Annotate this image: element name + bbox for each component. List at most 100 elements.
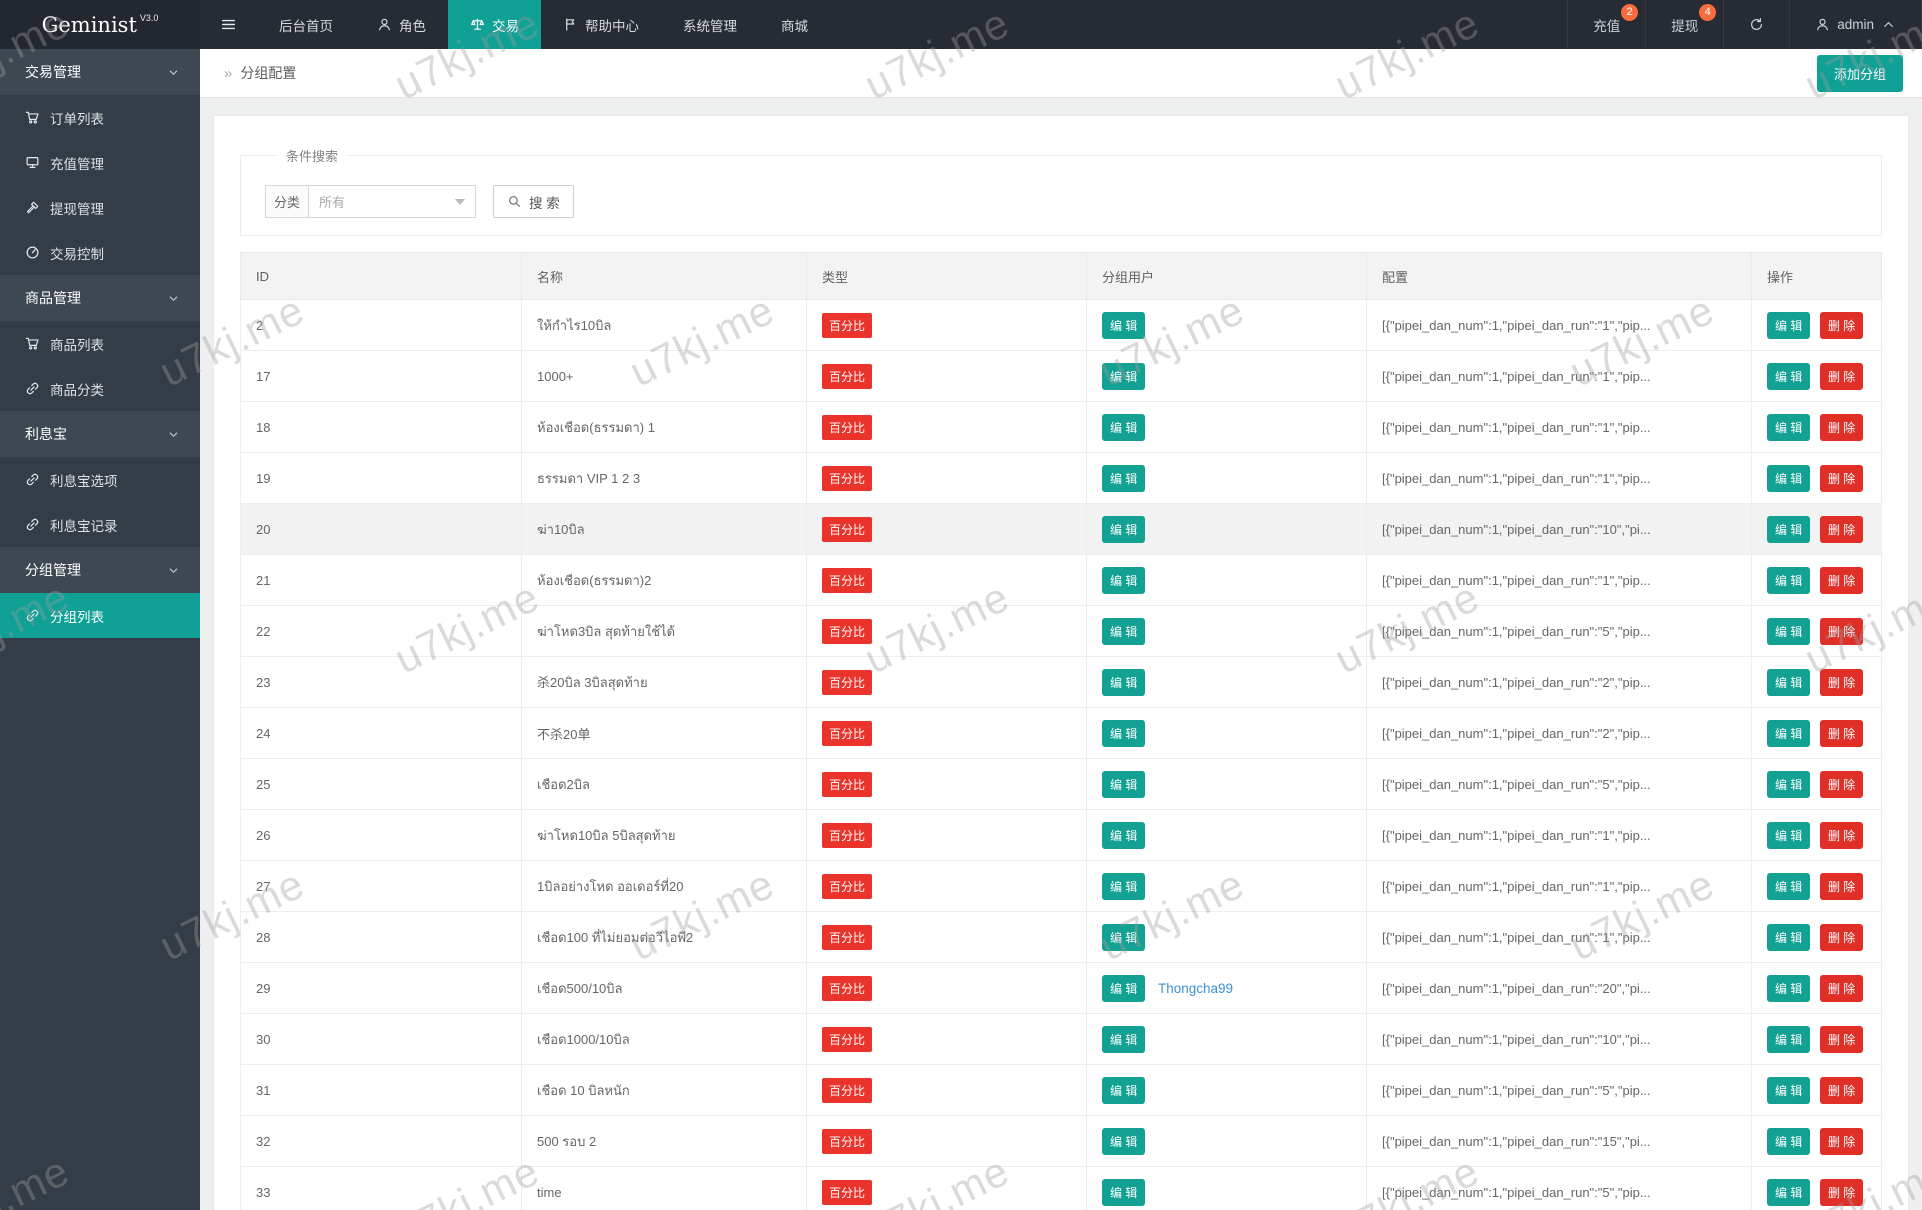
sidebar-section-goods-mgmt[interactable]: 商品管理 [0, 275, 200, 321]
cell-group-users: 编 辑 [1087, 1065, 1367, 1116]
nav-item-label: 商城 [781, 15, 808, 35]
assign-users-edit-button[interactable]: 编 辑 [1102, 720, 1145, 747]
assign-users-edit-button[interactable]: 编 辑 [1102, 669, 1145, 696]
sidebar-section-trade-mgmt[interactable]: 交易管理 [0, 49, 200, 95]
delete-button[interactable]: 删 除 [1820, 873, 1863, 900]
table-row: 18 ห้องเชือด(ธรรมดา) 1 百分比 编 辑 [{"pipei_… [241, 402, 1882, 453]
edit-button[interactable]: 编 辑 [1767, 363, 1810, 390]
delete-button[interactable]: 删 除 [1820, 924, 1863, 951]
sidebar-item-lixibao-options[interactable]: 利息宝选项 [0, 457, 200, 502]
sidebar-item-withdraw-mgmt[interactable]: 提现管理 [0, 185, 200, 230]
category-select[interactable]: 所有 [308, 185, 476, 218]
delete-button[interactable]: 删 除 [1820, 414, 1863, 441]
cell-type: 百分比 [807, 300, 1087, 351]
edit-button[interactable]: 编 辑 [1767, 822, 1810, 849]
withdraw-nav-item[interactable]: 提现 4 [1645, 0, 1723, 49]
sidebar-item-trade-control[interactable]: 交易控制 [0, 230, 200, 275]
assign-users-edit-button[interactable]: 编 辑 [1102, 363, 1145, 390]
search-button[interactable]: 搜 索 [493, 185, 574, 218]
delete-button[interactable]: 删 除 [1820, 465, 1863, 492]
content-card: 条件搜索 分类 所有 搜 索 ID名称类型分组 [213, 115, 1909, 1210]
assign-users-edit-button[interactable]: 编 辑 [1102, 873, 1145, 900]
edit-button[interactable]: 编 辑 [1767, 567, 1810, 594]
nav-item-label: 帮助中心 [585, 15, 639, 35]
edit-button[interactable]: 编 辑 [1767, 414, 1810, 441]
nav-item-system[interactable]: 系统管理 [661, 0, 759, 49]
assign-users-edit-button[interactable]: 编 辑 [1102, 1128, 1145, 1155]
add-group-button[interactable]: 添加分组 [1817, 55, 1903, 92]
cell-config: [{"pipei_dan_num":1,"pipei_dan_run":"10"… [1367, 504, 1752, 555]
delete-button[interactable]: 删 除 [1820, 975, 1863, 1002]
sidebar-item-recharge-mgmt[interactable]: 充值管理 [0, 140, 200, 185]
edit-button[interactable]: 编 辑 [1767, 1179, 1810, 1206]
edit-button[interactable]: 编 辑 [1767, 312, 1810, 339]
user-icon [1815, 17, 1830, 32]
delete-button[interactable]: 删 除 [1820, 618, 1863, 645]
delete-button[interactable]: 删 除 [1820, 516, 1863, 543]
nav-item-trade[interactable]: 交易 [448, 0, 541, 49]
group-user-link[interactable]: Thongcha99 [1158, 981, 1233, 996]
assign-users-edit-button[interactable]: 编 辑 [1102, 771, 1145, 798]
recharge-nav-item[interactable]: 充值 2 [1567, 0, 1645, 49]
edit-button[interactable]: 编 辑 [1767, 720, 1810, 747]
assign-users-edit-button[interactable]: 编 辑 [1102, 1179, 1145, 1206]
edit-button[interactable]: 编 辑 [1767, 1077, 1810, 1104]
cell-config: [{"pipei_dan_num":1,"pipei_dan_run":"5",… [1367, 1065, 1752, 1116]
cell-type: 百分比 [807, 1167, 1087, 1210]
delete-button[interactable]: 删 除 [1820, 1179, 1863, 1206]
nav-item-help-center[interactable]: 帮助中心 [541, 0, 661, 49]
cell-actions: 编 辑 删 除 [1752, 300, 1882, 351]
sidebar-toggle-button[interactable] [200, 0, 257, 49]
assign-users-edit-button[interactable]: 编 辑 [1102, 975, 1145, 1002]
edit-button[interactable]: 编 辑 [1767, 1128, 1810, 1155]
cell-id: 33 [241, 1167, 522, 1210]
assign-users-edit-button[interactable]: 编 辑 [1102, 1077, 1145, 1104]
nav-item-dashboard[interactable]: 后台首页 [257, 0, 355, 49]
assign-users-edit-button[interactable]: 编 辑 [1102, 414, 1145, 441]
assign-users-edit-button[interactable]: 编 辑 [1102, 924, 1145, 951]
delete-button[interactable]: 删 除 [1820, 312, 1863, 339]
sidebar-item-order-list[interactable]: 订单列表 [0, 95, 200, 140]
assign-users-edit-button[interactable]: 编 辑 [1102, 618, 1145, 645]
refresh-button[interactable] [1723, 0, 1789, 49]
edit-button[interactable]: 编 辑 [1767, 924, 1810, 951]
edit-button[interactable]: 编 辑 [1767, 618, 1810, 645]
cell-name: เชือด1000/10บิล [522, 1014, 807, 1065]
page-header: » 分组配置 添加分组 [200, 49, 1922, 98]
assign-users-edit-button[interactable]: 编 辑 [1102, 312, 1145, 339]
delete-button[interactable]: 删 除 [1820, 771, 1863, 798]
edit-button[interactable]: 编 辑 [1767, 873, 1810, 900]
sidebar-item-goods-category[interactable]: 商品分类 [0, 366, 200, 411]
sidebar-item-goods-list[interactable]: 商品列表 [0, 321, 200, 366]
cell-id: 29 [241, 963, 522, 1014]
sidebar-item-group-list[interactable]: 分组列表 [0, 593, 200, 638]
edit-button[interactable]: 编 辑 [1767, 975, 1810, 1002]
nav-item-roles[interactable]: 角色 [355, 0, 448, 49]
delete-button[interactable]: 删 除 [1820, 363, 1863, 390]
sidebar-section-group-mgmt[interactable]: 分组管理 [0, 547, 200, 593]
delete-button[interactable]: 删 除 [1820, 669, 1863, 696]
assign-users-edit-button[interactable]: 编 辑 [1102, 516, 1145, 543]
assign-users-edit-button[interactable]: 编 辑 [1102, 567, 1145, 594]
cell-actions: 编 辑 删 除 [1752, 1116, 1882, 1167]
type-badge: 百分比 [822, 1129, 872, 1154]
assign-users-edit-button[interactable]: 编 辑 [1102, 1026, 1145, 1053]
delete-button[interactable]: 删 除 [1820, 1128, 1863, 1155]
edit-button[interactable]: 编 辑 [1767, 516, 1810, 543]
edit-button[interactable]: 编 辑 [1767, 771, 1810, 798]
assign-users-edit-button[interactable]: 编 辑 [1102, 465, 1145, 492]
edit-button[interactable]: 编 辑 [1767, 465, 1810, 492]
delete-button[interactable]: 删 除 [1820, 1026, 1863, 1053]
edit-button[interactable]: 编 辑 [1767, 1026, 1810, 1053]
sidebar-section-lixibao[interactable]: 利息宝 [0, 411, 200, 457]
sidebar-item-lixibao-records[interactable]: 利息宝记录 [0, 502, 200, 547]
delete-button[interactable]: 删 除 [1820, 720, 1863, 747]
delete-button[interactable]: 删 除 [1820, 1077, 1863, 1104]
user-menu[interactable]: admin [1789, 0, 1922, 49]
edit-button[interactable]: 编 辑 [1767, 669, 1810, 696]
delete-button[interactable]: 删 除 [1820, 567, 1863, 594]
delete-button[interactable]: 删 除 [1820, 822, 1863, 849]
nav-item-mall[interactable]: 商城 [759, 0, 830, 49]
assign-users-edit-button[interactable]: 编 辑 [1102, 822, 1145, 849]
sidebar-item-label: 商品列表 [50, 334, 104, 354]
